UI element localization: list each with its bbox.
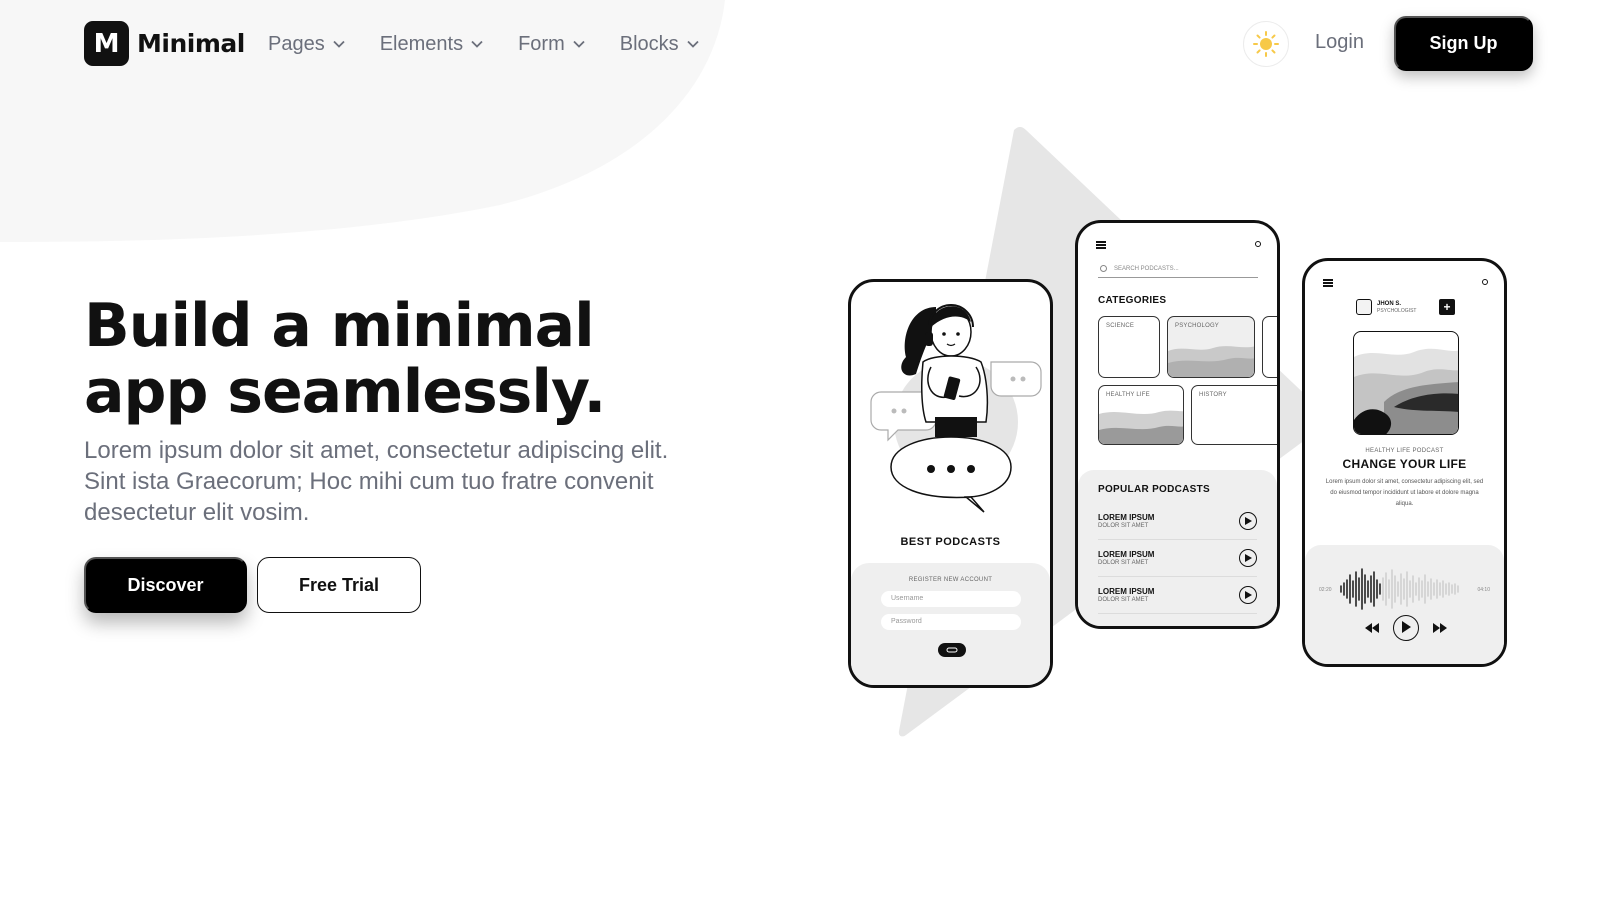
woman-listening-illustration — [870, 304, 1042, 513]
podcast-row: LOREM IPSUM DOLOR SIT AMET — [1098, 578, 1257, 614]
nav-item-form[interactable]: Form — [518, 30, 586, 58]
nav-item-label: Pages — [268, 32, 325, 55]
register-label: REGISTER NEW ACCOUNT — [908, 577, 993, 583]
main-nav: Pages Elements Form Blocks — [268, 30, 734, 58]
nav-item-label: Blocks — [619, 32, 679, 55]
logo-mark: M — [84, 21, 129, 66]
register-panel: REGISTER NEW ACCOUNT Username Password — [851, 563, 1050, 685]
category-card-more — [1262, 316, 1277, 378]
discover-button[interactable]: Discover — [84, 557, 247, 613]
category-card-science: SCIENCE — [1098, 316, 1160, 378]
free-trial-button[interactable]: Free Trial — [257, 557, 421, 613]
category-card-psychology: PSYCHOLOGY — [1167, 316, 1255, 378]
profile-icon — [1255, 241, 1261, 247]
chevron-down-icon — [333, 40, 345, 48]
rewind-icon — [1365, 623, 1379, 633]
author-role: PSYCHOLOGIST — [1377, 308, 1417, 314]
category-card-healthy-life: HEALTHY LIFE — [1098, 385, 1184, 445]
landscape-illustration — [1354, 348, 1458, 434]
nav-item-pages[interactable]: Pages — [268, 30, 346, 58]
menu-icon — [1096, 241, 1106, 249]
login-link[interactable]: Login — [1315, 31, 1364, 54]
popular-title: POPULAR PODCASTS — [1098, 484, 1211, 495]
register-go-button — [938, 643, 966, 657]
sun-icon — [1253, 31, 1279, 57]
play-icon — [1239, 512, 1257, 530]
play-triangle-icon — [1402, 621, 1411, 633]
categories-title: CATEGORIES — [1098, 295, 1167, 306]
podcast-subtitle: DOLOR SIT AMET — [1098, 523, 1149, 529]
author-name: JHON S. — [1377, 301, 1402, 307]
chevron-down-icon — [471, 40, 483, 48]
podcast-row: LOREM IPSUM DOLOR SIT AMET — [1098, 541, 1257, 577]
podcast-subtitle: DOLOR SIT AMET — [1098, 597, 1149, 603]
fast-forward-icon — [1433, 623, 1447, 633]
phone-mockup-player: JHON S. PSYCHOLOGIST + HEALTHY LIFE PODC… — [1302, 258, 1507, 667]
author-avatar — [1356, 299, 1372, 315]
nav-item-label: Elements — [379, 32, 464, 55]
hills-illustration — [1168, 346, 1254, 377]
add-icon: + — [1439, 299, 1455, 315]
username-field: Username — [881, 591, 1021, 607]
podcast-title: CHANGE YOUR LIFE — [1342, 457, 1467, 471]
play-button-icon — [1393, 615, 1419, 641]
podcast-title: LOREM IPSUM — [1098, 587, 1155, 596]
play-icon — [1239, 586, 1257, 604]
hero-subtitle: Lorem ipsum dolor sit amet, consectetur … — [84, 437, 669, 526]
menu-icon — [1323, 279, 1333, 287]
phone1-title: BEST PODCASTS — [900, 536, 1001, 548]
podcast-description: Lorem ipsum dolor sit amet, consectetur … — [1325, 479, 1484, 507]
chevron-down-icon — [687, 40, 699, 48]
nav-item-label: Form — [518, 32, 565, 55]
profile-icon — [1482, 279, 1488, 285]
podcast-cover-art — [1353, 331, 1459, 435]
brand-logo[interactable]: M Minimal — [84, 21, 245, 66]
podcast-search-field: SEARCH PODCASTS... — [1098, 264, 1258, 278]
password-field: Password — [881, 614, 1021, 630]
popular-podcasts-panel: POPULAR PODCASTS LOREM IPSUM DOLOR SIT A… — [1078, 470, 1277, 626]
search-icon — [1100, 265, 1107, 272]
phone-mockup-browse: SEARCH PODCASTS... CATEGORIES SCIENCE PS… — [1075, 220, 1280, 629]
phone-mockup-login: BEST PODCASTS REGISTER NEW ACCOUNT Usern… — [848, 279, 1053, 688]
search-placeholder: SEARCH PODCASTS... — [1114, 266, 1179, 272]
category-label: HEALTHY LIFE — [1106, 392, 1150, 398]
category-card-history: HISTORY — [1191, 385, 1277, 445]
signup-button[interactable]: Sign Up — [1394, 16, 1533, 71]
play-icon — [1239, 549, 1257, 567]
link-icon — [946, 647, 958, 653]
waveform — [1340, 568, 1459, 610]
theme-toggle-button[interactable] — [1243, 21, 1289, 67]
podcast-subtitle: DOLOR SIT AMET — [1098, 560, 1149, 566]
nav-item-elements[interactable]: Elements — [380, 30, 484, 58]
hero-title: Build a minimal app seamlessly. — [84, 291, 606, 427]
audio-player: 02:20 04:10 — [1305, 545, 1504, 664]
nav-item-blocks[interactable]: Blocks — [620, 30, 700, 58]
podcast-title: LOREM IPSUM — [1098, 513, 1155, 522]
brand-name: Minimal — [137, 29, 245, 58]
category-label: HISTORY — [1199, 392, 1227, 398]
podcast-kicker: HEALTHY LIFE PODCAST — [1365, 448, 1444, 454]
podcast-row: LOREM IPSUM DOLOR SIT AMET — [1098, 504, 1257, 540]
chevron-down-icon — [573, 40, 585, 48]
podcast-title: LOREM IPSUM — [1098, 550, 1155, 559]
category-label: SCIENCE — [1106, 323, 1135, 329]
